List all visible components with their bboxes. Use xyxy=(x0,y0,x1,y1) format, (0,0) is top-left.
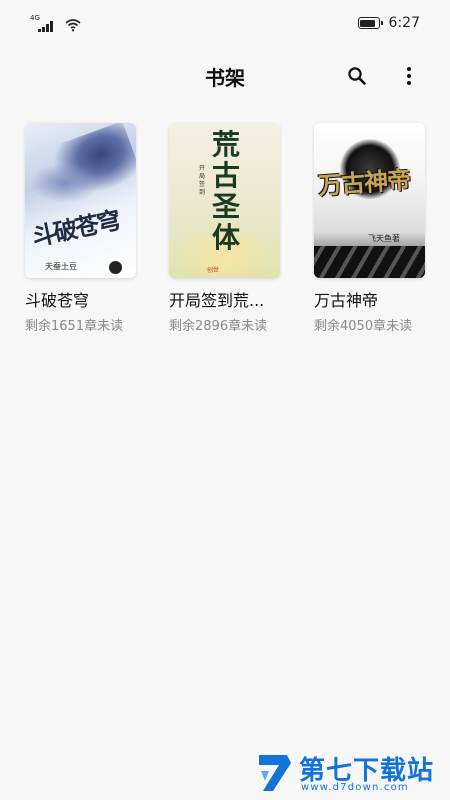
publisher-logo: 创世 xyxy=(207,267,220,274)
watermark: 第七下载站 www.d7down.com xyxy=(255,748,445,798)
book-unread-count: 剩余1651章未读 xyxy=(25,319,124,334)
app-bar: 书架 xyxy=(0,50,450,102)
book-title: 万古神帝 xyxy=(314,291,379,310)
book-unread-count: 剩余4050章未读 xyxy=(314,319,413,334)
cover-author: 飞天鱼著 xyxy=(368,234,400,243)
cover-author: 天蚕土豆 xyxy=(45,262,77,271)
cover-title: 万古神帝 xyxy=(317,164,412,201)
page-title: 书架 xyxy=(205,66,245,90)
cover-title: 荒古圣体 xyxy=(211,128,240,254)
cover-subtitle: 开局签到 xyxy=(199,165,206,196)
book-title: 开局签到荒... xyxy=(169,291,265,310)
more-vertical-icon xyxy=(407,67,411,71)
book-cover[interactable]: 万古神帝 飞天鱼著 xyxy=(314,123,425,278)
book-item[interactable]: 荒古圣体 开局签到 创世 开局签到荒... 剩余2896章未读 xyxy=(169,123,280,334)
status-bar: 4G 6:27 xyxy=(0,0,450,48)
wifi-icon xyxy=(64,19,81,32)
signal-icon xyxy=(38,20,53,32)
cover-title: 斗破苍穹 xyxy=(29,205,122,252)
network-type: 4G xyxy=(30,14,40,22)
brand-logo-icon xyxy=(259,755,291,791)
book-cover[interactable]: 荒古圣体 开局签到 创世 xyxy=(169,123,280,278)
status-left: 4G xyxy=(30,14,81,32)
battery-fill xyxy=(360,19,376,27)
book-title: 斗破苍穹 xyxy=(25,291,90,310)
book-unread-count: 剩余2896章未读 xyxy=(169,319,268,334)
book-item[interactable]: 斗破苍穹 天蚕土豆 斗破苍穹 剩余1651章未读 xyxy=(25,123,136,334)
battery-icon xyxy=(357,17,383,29)
more-menu-button[interactable] xyxy=(395,62,423,90)
book-cover[interactable]: 斗破苍穹 天蚕土豆 xyxy=(25,123,136,278)
seal-icon xyxy=(109,261,122,274)
status-right: 6:27 xyxy=(357,15,420,31)
search-icon xyxy=(348,67,366,85)
clock: 6:27 xyxy=(388,15,420,31)
search-button[interactable] xyxy=(343,62,371,90)
book-item[interactable]: 万古神帝 飞天鱼著 万古神帝 剩余4050章未读 xyxy=(314,123,425,334)
watermark-url: www.d7down.com xyxy=(301,782,409,793)
